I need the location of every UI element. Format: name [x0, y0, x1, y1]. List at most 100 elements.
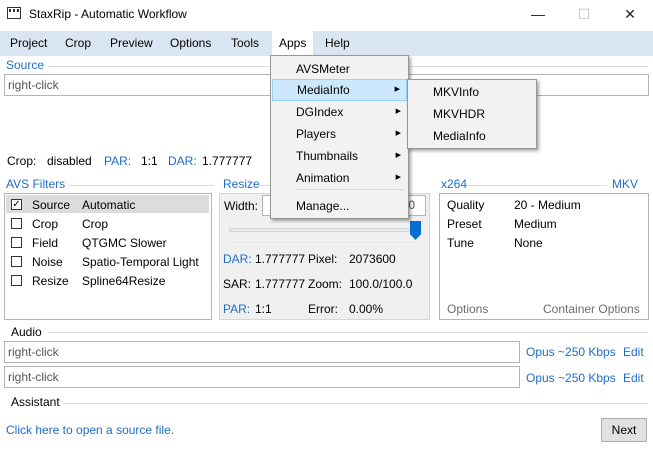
menu-help[interactable]: Help — [318, 31, 357, 56]
encoder-options-link[interactable]: Options — [447, 302, 488, 316]
apps-menu-item-avsmeter[interactable]: AVSMeter — [272, 58, 407, 80]
sar-value: 1.777777 — [255, 277, 306, 291]
audio-track-2-input[interactable]: right-click — [4, 366, 520, 388]
menu-crop[interactable]: Crop — [58, 31, 98, 56]
filter-checkbox[interactable]: ✓ — [11, 199, 22, 210]
apps-menu-item-thumbnails[interactable]: Thumbnails ▶ — [272, 145, 407, 167]
apps-menu-item-dgindex[interactable]: DGIndex ▶ — [272, 101, 407, 123]
container-options-link[interactable]: Container Options — [543, 302, 640, 316]
filters-divider — [68, 185, 214, 186]
close-button[interactable]: ✕ — [607, 0, 653, 30]
pixel-label: Pixel: — [308, 252, 338, 266]
menu-preview[interactable]: Preview — [103, 31, 160, 56]
window-title: StaxRip - Automatic Workflow — [29, 7, 187, 21]
sar-label: SAR: — [223, 277, 252, 291]
apps-menu-item-manage[interactable]: Manage... — [272, 195, 407, 217]
apps-menu-item-label: DGIndex — [296, 105, 344, 119]
encoder-option-value[interactable]: Medium — [514, 217, 557, 231]
apps-menu-item-label: Manage... — [296, 199, 350, 213]
filter-checkbox[interactable] — [11, 275, 22, 286]
error-label: Error: — [308, 302, 338, 316]
audio-track-2-edit[interactable]: Edit — [623, 371, 644, 385]
encoder-option-value[interactable]: None — [514, 236, 543, 250]
avs-filters-label: AVS Filters — [6, 177, 66, 191]
maximize-button[interactable]: ☐ — [561, 0, 607, 30]
next-button[interactable]: Next — [601, 418, 647, 442]
minimize-button[interactable]: — — [515, 0, 561, 30]
filter-name[interactable]: Noise — [32, 255, 63, 269]
source-dar-label[interactable]: DAR: — [168, 154, 197, 168]
filter-value[interactable]: Crop — [82, 217, 108, 231]
encoder-option-name[interactable]: Quality — [447, 198, 484, 212]
filter-name[interactable]: Field — [32, 236, 58, 250]
resize-slider-track[interactable] — [229, 228, 419, 232]
menu-tools[interactable]: Tools — [224, 31, 266, 56]
audio-track-1-edit[interactable]: Edit — [623, 345, 644, 359]
container-label[interactable]: MKV — [612, 177, 638, 191]
filter-value[interactable]: Spatio-Temporal Light — [82, 255, 199, 269]
crop-value: disabled — [47, 154, 92, 168]
apps-menu-item-label: AVSMeter — [296, 62, 350, 76]
filter-checkbox[interactable] — [11, 256, 22, 267]
width-value: 0 — [408, 198, 415, 212]
zoom-label: Zoom: — [308, 277, 343, 291]
apps-menu-item-label: Animation — [296, 171, 350, 185]
filter-checkbox[interactable] — [11, 218, 22, 229]
audio-track-2-profile[interactable]: Opus ~250 Kbps — [526, 371, 616, 385]
resize-section-label: Resize — [223, 177, 260, 191]
resize-dar-value: 1.777777 — [255, 252, 306, 266]
clapperboard-icon — [7, 7, 21, 19]
filter-value[interactable]: QTGMC Slower — [82, 236, 167, 250]
apps-menu-separator — [296, 189, 404, 190]
submenu-arrow-icon: ▶ — [395, 174, 401, 181]
menu-project[interactable]: Project — [3, 31, 54, 56]
submenu-arrow-icon: ▶ — [395, 108, 401, 115]
audio-divider — [48, 332, 648, 333]
audio-track-1-profile[interactable]: Opus ~250 Kbps — [526, 345, 616, 359]
submenu-arrow-icon: ▶ — [395, 130, 401, 137]
filter-checkbox[interactable] — [11, 237, 22, 248]
source-section-label: Source — [6, 58, 45, 72]
zoom-value: 100.0/100.0 — [349, 277, 413, 291]
apps-menu-item-players[interactable]: Players ▶ — [272, 123, 407, 145]
apps-menu-item-label: MediaInfo — [297, 83, 350, 97]
filter-name[interactable]: Crop — [32, 217, 58, 231]
source-dar-value: 1.777777 — [202, 154, 253, 168]
error-value: 0.00% — [349, 302, 384, 316]
resize-par-label[interactable]: PAR: — [223, 302, 250, 316]
filter-value[interactable]: Spline64Resize — [82, 274, 165, 288]
encoder-panel — [439, 193, 649, 320]
submenu-item-mkvhdr[interactable]: MKVHDR — [409, 103, 535, 125]
submenu-arrow-icon: ▶ — [394, 86, 400, 93]
menu-apps[interactable]: Apps — [272, 31, 314, 56]
apps-menu-item-label: Players — [296, 127, 337, 141]
menu-options[interactable]: Options — [163, 31, 218, 56]
apps-menu-item-animation[interactable]: Animation ▶ — [272, 167, 407, 189]
source-par-label[interactable]: PAR: — [104, 154, 131, 168]
encoder-label[interactable]: x264 — [441, 177, 467, 191]
submenu-item-mediainfo[interactable]: MediaInfo — [409, 125, 535, 147]
filter-name[interactable]: Resize — [32, 274, 69, 288]
encoder-divider — [469, 185, 607, 186]
assistant-section-label: Assistant — [11, 395, 60, 409]
apps-menu-item-mediainfo[interactable]: MediaInfo ▶ — [272, 79, 407, 101]
apps-menu-item-label: Thumbnails — [296, 149, 359, 163]
encoder-option-name[interactable]: Tune — [447, 236, 474, 250]
encoder-option-name[interactable]: Preset — [447, 217, 482, 231]
crop-label: Crop: — [7, 154, 37, 168]
resize-divider — [260, 185, 270, 186]
audio-section-label: Audio — [11, 325, 42, 339]
filter-name[interactable]: Source — [32, 198, 70, 212]
submenu-item-mkvinfo[interactable]: MKVInfo — [409, 81, 535, 103]
width-label: Width: — [224, 199, 259, 213]
slider-ticks — [229, 242, 419, 243]
encoder-option-value[interactable]: 20 - Medium — [514, 198, 581, 212]
assistant-divider — [64, 403, 648, 404]
filter-value[interactable]: Automatic — [82, 198, 135, 212]
pixel-value: 2073600 — [349, 252, 396, 266]
assistant-message[interactable]: Click here to open a source file. — [6, 423, 174, 437]
resize-par-value: 1:1 — [255, 302, 272, 316]
audio-track-1-input[interactable]: right-click — [4, 341, 520, 363]
submenu-arrow-icon: ▶ — [395, 152, 401, 159]
resize-dar-label[interactable]: DAR: — [223, 252, 252, 266]
